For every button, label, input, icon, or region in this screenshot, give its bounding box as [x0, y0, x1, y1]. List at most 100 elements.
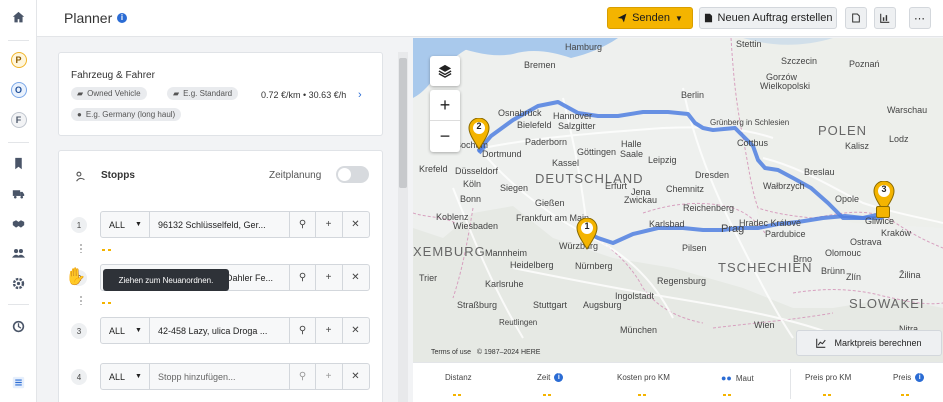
terms-link[interactable]: Terms of use [431, 349, 471, 356]
map-city-label: Paderborn [525, 137, 568, 147]
scrollbar[interactable] [398, 52, 408, 402]
truck-icon[interactable] [0, 187, 37, 200]
drag-handle[interactable] [80, 296, 82, 305]
map-marker[interactable]: 2 [468, 117, 490, 155]
bar-chart-icon [880, 13, 890, 23]
map-city-label: Regensburg [657, 276, 707, 286]
drag-cursor-icon: ✋ [65, 267, 87, 286]
rail-badge-p[interactable]: P [10, 52, 27, 68]
marker-number: 3 [881, 184, 887, 194]
schedule-toggle[interactable] [336, 166, 369, 183]
line-chart-icon [816, 338, 827, 348]
route-metrics-bar: Distanz Zeit i Kosten pro KM ●● Maut Preis… [413, 362, 943, 402]
close-icon[interactable]: ✕ [342, 318, 368, 343]
pin-icon[interactable]: ⚲ [289, 318, 315, 343]
stop-type-select[interactable]: ALL ▼ [101, 212, 150, 237]
stops-icon [75, 169, 86, 187]
map-city-label: Gießen [535, 198, 565, 208]
map-city-label: Göttingen [577, 147, 617, 157]
pdf-button[interactable] [845, 7, 867, 29]
map-city-label: Erfurt [605, 181, 628, 191]
home-icon[interactable] [0, 11, 37, 24]
planner-panel: Fahrzeug & Fahrer ▰ Owned Vehicle ▰ E.g. S… [37, 38, 412, 402]
close-icon[interactable]: ✕ [342, 265, 368, 290]
metric-price-value [901, 394, 909, 396]
marker-number: 1 [584, 221, 590, 231]
map-city-label: Lodz [889, 134, 909, 144]
stop-address[interactable]: Dahler Fe... [226, 273, 286, 283]
map-city-label: Jena [631, 187, 651, 197]
vehicle-chip[interactable]: ▰ Owned Vehicle [71, 87, 147, 100]
add-icon[interactable]: + [315, 364, 341, 389]
zoom-in-button[interactable]: + [430, 90, 460, 121]
layers-button[interactable] [430, 56, 460, 86]
pin-icon[interactable]: ⚲ [289, 364, 315, 389]
scrollbar-thumb[interactable] [399, 58, 407, 188]
drag-handle[interactable] [80, 244, 82, 253]
map-country-label: DEUTSCHLAND [535, 171, 644, 186]
stop-address[interactable]: 42-458 Lazy, ulica Droga ... [158, 326, 288, 336]
market-price-label: Marktpreis berechnen [834, 338, 922, 348]
add-icon[interactable]: + [315, 265, 341, 290]
map-city-label: Reichenberg [683, 203, 735, 213]
info-icon[interactable]: i [117, 13, 127, 23]
truck-icon: ▰ [77, 89, 84, 98]
map-marker[interactable]: 1 [576, 217, 598, 255]
map-city-label: Osnabrück [498, 108, 542, 118]
map-city-label: Poznań [849, 59, 880, 69]
stop-type-value: ALL [109, 219, 126, 230]
profile-chip-label: E.g. Standard [183, 89, 233, 98]
pin-icon[interactable]: ⚲ [289, 265, 315, 290]
map-city-label: Szczecin [781, 56, 818, 66]
stop-type-select[interactable]: ALL ▼ [101, 318, 150, 343]
send-button[interactable]: Senden ▼ [607, 7, 693, 29]
add-icon[interactable]: + [315, 318, 341, 343]
add-icon[interactable]: + [315, 212, 341, 237]
map-city-label: Düsseldorf [455, 166, 499, 176]
info-icon[interactable]: i [554, 373, 564, 382]
marker-number: 2 [476, 121, 482, 131]
stop-number: 1 [71, 217, 87, 233]
pin-icon[interactable]: ⚲ [289, 212, 315, 237]
map-city-label: Wałbrzych [763, 181, 805, 191]
list-toggle-icon[interactable] [0, 376, 37, 389]
driver-chip[interactable]: ● E.g. Germany (long haul) [71, 108, 182, 121]
map-city-label: Koblenz [436, 212, 469, 222]
map-city-label: Hamburg [565, 42, 603, 52]
map-city-label: Bremen [524, 60, 556, 70]
more-button[interactable]: ⋯ [909, 7, 931, 29]
history-icon[interactable] [0, 320, 37, 333]
map-city-label: Bonn [460, 194, 482, 204]
map-city-label: Salzgitter [558, 121, 596, 131]
market-price-button[interactable]: Marktpreis berechnen [796, 330, 942, 356]
new-order-button[interactable]: Neuen Auftrag erstellen [699, 7, 837, 29]
chevron-right-icon[interactable]: › [358, 89, 362, 101]
users-icon[interactable] [0, 247, 37, 260]
truck-icon: ▰ [173, 89, 180, 98]
settings-icon[interactable] [0, 277, 37, 290]
bookmark-icon[interactable] [0, 157, 37, 170]
profile-chip[interactable]: ▰ E.g. Standard [167, 87, 239, 100]
stop-row[interactable]: ALL ▼ 42-458 Lazy, ulica Droga ... ⚲ + ✕ [100, 317, 370, 344]
new-order-label: Neuen Auftrag erstellen [717, 12, 833, 24]
map-city-label: Karlsruhe [485, 279, 524, 289]
file-icon [852, 13, 860, 23]
stop-address-input[interactable]: Stopp hinzufügen... [158, 372, 288, 382]
stop-type-value: ALL [109, 325, 126, 336]
stop-row[interactable]: ALL ▼ 96132 Schlüsselfeld, Ger... ⚲ + ✕ [100, 211, 370, 238]
stop-address[interactable]: 96132 Schlüsselfeld, Ger... [158, 220, 288, 230]
rail-badge-o[interactable]: O [10, 82, 27, 98]
zoom-out-button[interactable]: − [430, 121, 460, 152]
rail-badge-f[interactable]: F [10, 112, 27, 128]
chart-button[interactable] [874, 7, 896, 29]
route-map[interactable]: DEUTSCHLAND POLEN TSCHECHIEN SLOWAKEI XE… [413, 38, 943, 362]
stop-row[interactable]: ALL ▼ Stopp hinzufügen... ⚲ + ✕ [100, 363, 370, 390]
close-icon[interactable]: ✕ [342, 364, 368, 389]
vehicle-card[interactable]: Fahrzeug & Fahrer ▰ Owned Vehicle ▰ E.g. S… [58, 52, 383, 136]
handshake-icon[interactable] [0, 217, 37, 230]
info-icon[interactable]: i [915, 373, 925, 382]
person-icon: ● [77, 110, 82, 119]
loading-dots [102, 302, 112, 304]
close-icon[interactable]: ✕ [342, 212, 368, 237]
stop-type-select[interactable]: ALL ▼ [101, 364, 150, 389]
